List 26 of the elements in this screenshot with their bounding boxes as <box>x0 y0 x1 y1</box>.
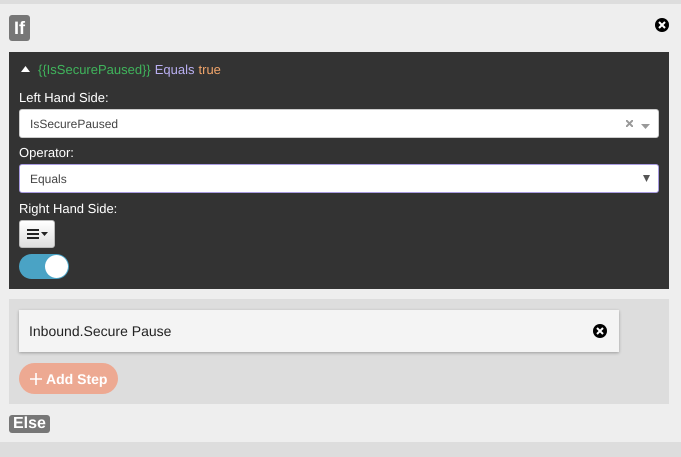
step-label: Inbound.Secure Pause <box>29 323 172 339</box>
plus-icon <box>30 372 42 384</box>
if-badge: If <box>9 15 30 41</box>
caret-icon <box>21 66 30 72</box>
else-badge: Else <box>9 415 50 433</box>
dropdown-arrow-icon <box>641 124 650 129</box>
field-label: Left Hand Side: <box>19 90 110 105</box>
variable-text: {{IsSecurePaused}} <box>38 62 151 76</box>
close-button[interactable] <box>655 18 669 32</box>
step-card[interactable]: Inbound.Secure Pause <box>19 310 619 352</box>
clear-icon <box>626 120 633 127</box>
dropdown-arrow-icon <box>643 175 650 182</box>
value-text: true <box>198 62 221 76</box>
operator-text: Equals <box>154 62 195 76</box>
close-icon <box>596 327 604 335</box>
menu-icon <box>26 229 38 239</box>
operator-select[interactable]: Equals <box>19 164 659 193</box>
caret-icon <box>40 232 48 236</box>
left-hand-side-select[interactable]: IsSecurePaused <box>19 109 659 138</box>
field-label: Right Hand Side: <box>19 201 118 216</box>
menu-dropdown-button[interactable] <box>19 220 55 248</box>
field-label: Operator: <box>19 145 75 160</box>
condition-header[interactable]: {{IsSecurePaused}} Equals true <box>19 60 659 78</box>
toggle-switch[interactable] <box>19 254 69 279</box>
close-icon <box>658 21 666 29</box>
remove-step-button[interactable] <box>593 324 607 338</box>
